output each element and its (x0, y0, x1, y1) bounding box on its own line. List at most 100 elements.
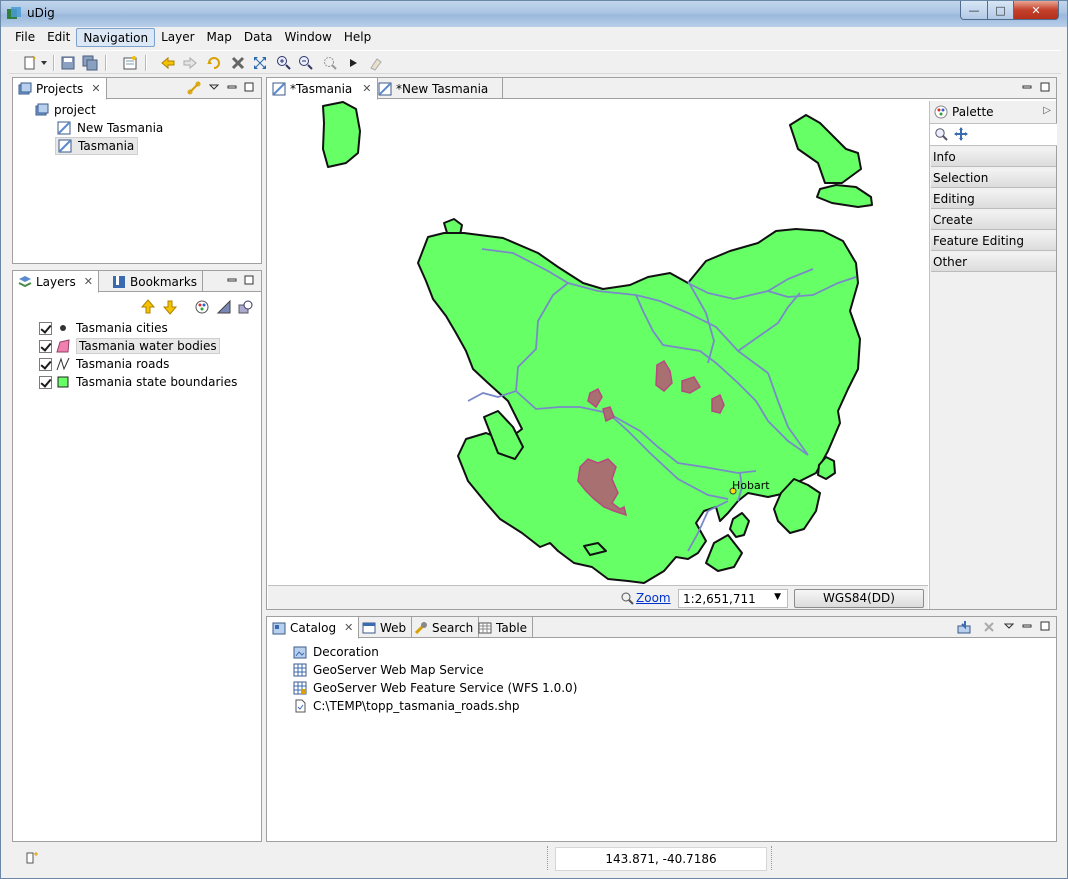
tree-map-tasmania[interactable]: Tasmania (55, 137, 139, 155)
palette-category-feature-editing[interactable]: Feature Editing (931, 232, 1056, 251)
menu-layer[interactable]: Layer (155, 28, 200, 47)
close-button[interactable]: ✕ (1013, 1, 1059, 20)
import-icon[interactable] (957, 620, 971, 634)
close-tab-icon[interactable]: ✕ (84, 275, 93, 288)
properties-icon[interactable] (215, 298, 233, 316)
zoom-in-icon[interactable] (275, 54, 293, 72)
menu-window[interactable]: Window (279, 28, 338, 47)
save-icon[interactable] (59, 54, 77, 72)
layer-visibility-checkbox[interactable] (39, 375, 52, 389)
maximize-view-icon[interactable] (1040, 82, 1051, 93)
menu-edit[interactable]: Edit (41, 28, 76, 47)
zoom-tool-icon[interactable] (934, 127, 948, 141)
catalog-item-label: Decoration (313, 645, 379, 659)
map-canvas[interactable]: Hobart (268, 101, 928, 585)
layers-panel: Layers ✕ Bookmarks Tasmania cities Tasma… (12, 270, 262, 842)
zoom-selection-icon[interactable] (321, 54, 339, 72)
add-layer-icon[interactable] (237, 298, 255, 316)
close-tab-icon[interactable]: ✕ (344, 621, 353, 634)
tab-bookmarks[interactable]: Bookmarks (107, 271, 204, 292)
arrow-right-icon[interactable] (345, 54, 363, 72)
eraser-icon[interactable] (367, 54, 385, 72)
new-dropdown-icon[interactable] (39, 54, 49, 72)
table-tab-label: Table (496, 620, 528, 635)
layer-row[interactable]: Tasmania cities (39, 319, 168, 337)
menu-map[interactable]: Map (201, 28, 238, 47)
catalog-item[interactable]: GeoServer Web Feature Service (WFS 1.0.0… (293, 679, 577, 697)
layer-visibility-checkbox[interactable] (39, 321, 52, 335)
menu-help[interactable]: Help (338, 28, 377, 47)
tab-search[interactable]: Search (409, 617, 480, 638)
hobart-city-marker[interactable]: Hobart (729, 479, 770, 495)
map-icon (378, 82, 392, 96)
tab-layers[interactable]: Layers ✕ (13, 271, 99, 293)
save-all-icon[interactable] (81, 54, 99, 72)
minimize-button[interactable]: — (960, 1, 988, 20)
tab-table[interactable]: Table (473, 617, 534, 638)
minimize-view-icon[interactable] (1022, 621, 1033, 632)
palette-category-other[interactable]: Other (931, 253, 1056, 272)
maximize-view-icon[interactable] (244, 275, 255, 286)
forward-arrow-icon[interactable] (181, 54, 199, 72)
application-window: uDig — □ ✕ File Edit Navigation Layer Ma… (0, 0, 1068, 879)
palette-header[interactable]: Palette ▷ (930, 101, 1057, 124)
decoration-icon (293, 645, 307, 659)
editor-tab-label: *New Tasmania (396, 81, 489, 96)
layer-row[interactable]: Tasmania water bodies (39, 337, 220, 355)
palette-category-selection[interactable]: Selection (931, 169, 1056, 188)
palette-category-info[interactable]: Info (931, 148, 1056, 167)
layer-visibility-checkbox[interactable] (39, 357, 52, 371)
refresh-icon[interactable] (205, 54, 223, 72)
move-down-icon[interactable] (161, 298, 179, 316)
catalog-item[interactable]: Decoration (293, 643, 379, 661)
minimize-view-icon[interactable] (227, 82, 238, 93)
stop-icon[interactable] (229, 54, 247, 72)
catalog-item[interactable]: GeoServer Web Map Service (293, 661, 484, 679)
menu-data[interactable]: Data (238, 28, 279, 47)
palette-category-editing[interactable]: Editing (931, 190, 1056, 209)
tab-new-tasmania[interactable]: *New Tasmania (373, 78, 503, 99)
tab-projects[interactable]: Projects ✕ (13, 78, 107, 100)
layer-row[interactable]: Tasmania state boundaries (39, 373, 237, 391)
palette-collapse-icon[interactable]: ▷ (1043, 105, 1051, 116)
tree-map-new-tasmania[interactable]: New Tasmania (57, 119, 163, 137)
remove-icon[interactable] (983, 621, 994, 632)
palette-category-create[interactable]: Create (931, 211, 1056, 230)
menu-navigation[interactable]: Navigation (76, 28, 156, 47)
scale-combo[interactable]: 1:2,651,711 ▼ (678, 589, 788, 608)
minimize-view-icon[interactable] (1022, 82, 1033, 93)
minimize-view-icon[interactable] (227, 275, 238, 286)
zoom-extent-icon[interactable] (251, 54, 269, 72)
palette-panel: Palette ▷ Info Selection Editing Create … (929, 101, 1057, 609)
maximize-view-icon[interactable] (1040, 621, 1051, 632)
link-icon[interactable] (187, 81, 201, 95)
pan-tool-icon[interactable] (954, 127, 968, 141)
tab-web[interactable]: Web (357, 617, 413, 638)
tree-project[interactable]: project (35, 101, 96, 119)
back-arrow-icon[interactable] (159, 54, 177, 72)
zoom-out-icon[interactable] (297, 54, 315, 72)
tab-tasmania[interactable]: *Tasmania ✕ (267, 78, 378, 100)
menu-file[interactable]: File (9, 28, 41, 47)
chevron-down-icon[interactable]: ▼ (774, 592, 781, 602)
crs-button[interactable]: WGS84(DD) (794, 589, 924, 608)
wms-service-icon (293, 663, 307, 677)
fast-view-icon[interactable] (25, 850, 41, 866)
maximize-view-icon[interactable] (244, 82, 255, 93)
catalog-item-label: C:\TEMP\topp_tasmania_roads.shp (313, 699, 520, 713)
view-menu-icon[interactable] (1003, 621, 1015, 632)
tab-catalog[interactable]: Catalog ✕ (267, 617, 360, 639)
new-icon[interactable] (21, 54, 39, 72)
new-map-icon[interactable] (121, 54, 139, 72)
title-bar[interactable]: uDig — □ ✕ (1, 1, 1067, 27)
zoom-link[interactable]: Zoom (620, 590, 678, 606)
layer-visibility-checkbox[interactable] (39, 339, 52, 353)
maximize-button[interactable]: □ (987, 1, 1014, 20)
close-tab-icon[interactable]: ✕ (362, 82, 371, 95)
layer-row[interactable]: Tasmania roads (39, 355, 169, 373)
style-palette-icon[interactable] (193, 298, 211, 316)
close-tab-icon[interactable]: ✕ (91, 82, 100, 95)
catalog-item[interactable]: C:\TEMP\topp_tasmania_roads.shp (293, 697, 519, 715)
move-up-icon[interactable] (139, 298, 157, 316)
view-menu-icon[interactable] (208, 82, 220, 93)
